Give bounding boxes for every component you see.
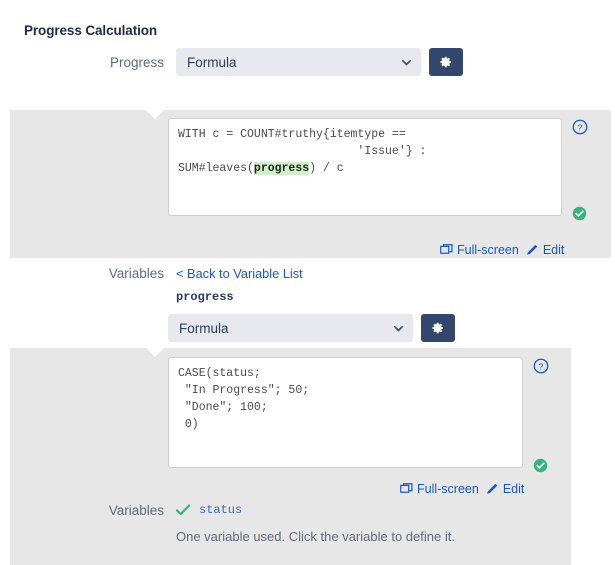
pencil-icon[interactable]: [526, 244, 539, 256]
inner-variables-row: Variables status One variable used. Clic…: [74, 503, 544, 544]
help-circle-icon[interactable]: ?: [572, 119, 588, 135]
chevron-down-icon: [402, 59, 411, 65]
inner-fullscreen-link[interactable]: Full-screen: [417, 482, 479, 496]
inner-formula-textarea[interactable]: CASE(status; "In Progress"; 50; "Done"; …: [168, 357, 523, 468]
progress-settings-gear-button[interactable]: [429, 48, 463, 76]
inner-variables-label: Variables: [108, 503, 164, 518]
chevron-down-icon: [394, 325, 403, 331]
progress-field-label: Progress: [109, 54, 164, 70]
variable-type-select-value: Formula: [179, 320, 229, 336]
inner-formula-editor: CASE(status; "In Progress"; 50; "Done"; …: [168, 357, 557, 473]
outer-formula-editor-links: Full-screen Edit: [440, 243, 564, 257]
svg-text:?: ?: [539, 361, 544, 371]
fullscreen-icon[interactable]: [400, 483, 413, 495]
pencil-icon[interactable]: [486, 483, 499, 495]
progress-type-select-value: Formula: [187, 54, 237, 70]
check-circle-icon: [572, 206, 587, 221]
outer-formula-line-1: WITH c = COUNT#truthy{itemtype ==: [178, 128, 406, 141]
check-mark-icon: [176, 504, 190, 516]
variables-hint-text: One variable used. Click the variable to…: [176, 529, 455, 544]
inner-edit-link[interactable]: Edit: [503, 482, 525, 496]
help-circle-icon[interactable]: ?: [533, 358, 549, 374]
panel-notch: [146, 110, 164, 119]
check-circle-icon: [533, 458, 548, 473]
progress-field-row: Progress Formula: [24, 48, 474, 76]
inner-formula-side-icons: ?: [529, 357, 557, 473]
outer-variables-row: Variables < Back to Variable List progre…: [74, 266, 574, 304]
outer-formula-line-3-pre: SUM#leaves(: [178, 162, 254, 175]
selected-variable-name: progress: [176, 290, 234, 304]
outer-formula-variable-progress[interactable]: progress: [253, 162, 310, 175]
outer-fullscreen-link[interactable]: Full-screen: [457, 243, 519, 257]
variable-settings-gear-button[interactable]: [421, 314, 455, 342]
outer-formula-line-3-post: ) / c: [309, 162, 344, 175]
outer-variables-content: < Back to Variable List progress: [176, 266, 303, 304]
fullscreen-icon[interactable]: [440, 244, 453, 256]
progress-type-select[interactable]: Formula: [176, 48, 421, 76]
outer-formula-editor: WITH c = COUNT#truthy{itemtype == 'Issue…: [168, 118, 596, 221]
variable-type-select[interactable]: Formula: [168, 314, 413, 342]
svg-text:?: ?: [578, 122, 583, 132]
gear-icon: [432, 322, 443, 334]
outer-formula-line-2: 'Issue'} :: [178, 145, 427, 158]
back-to-variable-list-link[interactable]: < Back to Variable List: [176, 266, 303, 281]
outer-formula-side-icons: ?: [568, 118, 596, 221]
gear-icon: [440, 56, 451, 68]
outer-variables-label: Variables: [108, 266, 164, 281]
variable-type-field-row: Formula: [168, 314, 488, 342]
outer-edit-link[interactable]: Edit: [543, 243, 565, 257]
panel-notch: [146, 348, 164, 357]
variable-status-token[interactable]: status: [199, 503, 242, 517]
inner-variables-content: status One variable used. Click the vari…: [176, 503, 455, 544]
inner-formula-editor-links: Full-screen Edit: [400, 482, 524, 496]
outer-formula-textarea[interactable]: WITH c = COUNT#truthy{itemtype == 'Issue…: [168, 118, 562, 216]
variable-status-entry: status: [176, 503, 455, 517]
page-title: Progress Calculation: [24, 23, 158, 38]
